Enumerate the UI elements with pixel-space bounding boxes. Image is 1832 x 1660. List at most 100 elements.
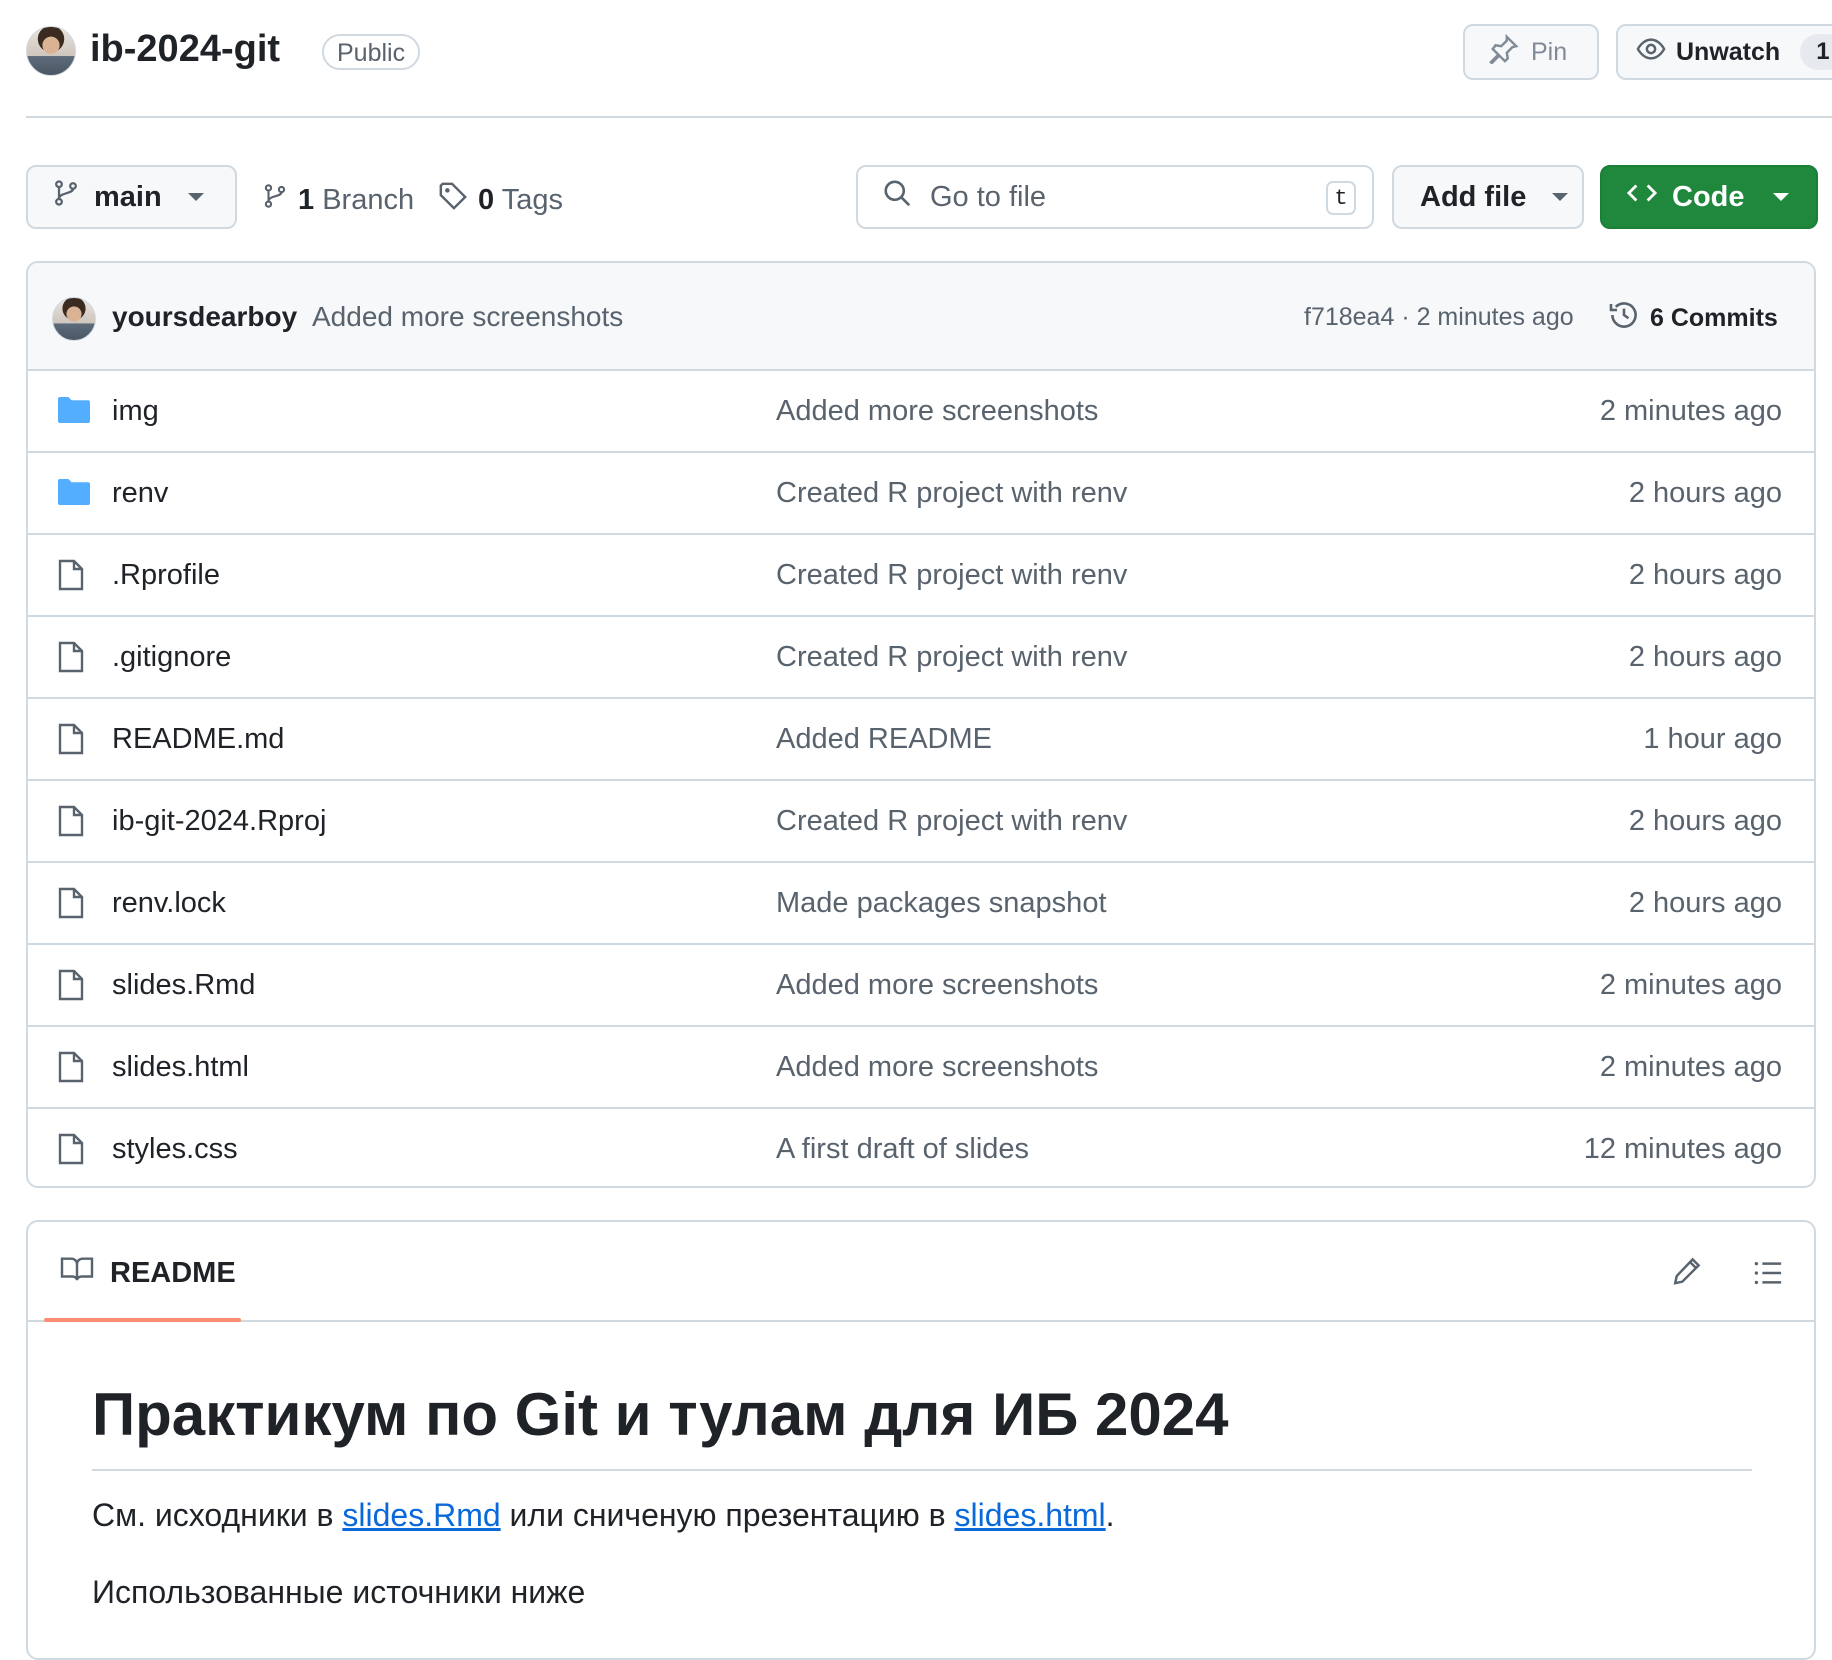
code-icon — [1626, 178, 1658, 216]
file-row[interactable]: ib-git-2024.Rproj Created R project with … — [28, 781, 1814, 863]
file-name[interactable]: README.md — [112, 723, 284, 756]
git-branch-icon — [262, 181, 288, 219]
readme-panel: README Практикум по Git и тулам для ИБ 2… — [26, 1220, 1816, 1660]
add-file-button[interactable]: Add file — [1392, 165, 1584, 229]
readme-text: или сниченую презентацию в — [500, 1497, 955, 1533]
repo-toolbar: main 1 Branch 0 Tags Go to file t Add fi… — [26, 165, 1818, 229]
add-file-label: Add file — [1420, 180, 1527, 213]
file-name[interactable]: slides.Rmd — [112, 969, 255, 1002]
file-name[interactable]: slides.html — [112, 1051, 249, 1084]
file-row[interactable]: img Added more screenshots 2 minutes ago — [28, 371, 1814, 453]
search-placeholder: Go to file — [930, 180, 1047, 213]
chevron-down-icon — [1552, 193, 1569, 201]
owner-avatar[interactable] — [26, 26, 76, 76]
readme-text: . — [1105, 1497, 1115, 1533]
visibility-badge: Public — [322, 34, 421, 70]
commit-author[interactable]: yoursdearboy — [112, 301, 297, 333]
readme-tab-underline — [44, 1318, 241, 1322]
file-list: img Added more screenshots 2 minutes ago re… — [28, 371, 1814, 1186]
code-label: Code — [1672, 180, 1745, 213]
go-to-file-input[interactable]: Go to file t — [856, 165, 1374, 229]
readme-title: Практикум по Git и тулам для ИБ 2024 — [92, 1380, 1752, 1471]
file-commit-time: 2 minutes ago — [1599, 969, 1782, 1001]
pin-button[interactable]: Pin — [1463, 24, 1599, 80]
readme-text: См. исходники в — [92, 1497, 343, 1533]
folder-icon — [58, 395, 90, 428]
file-name[interactable]: .Rprofile — [112, 559, 220, 592]
file-icon — [58, 641, 84, 678]
file-commit-time: 2 minutes ago — [1599, 1051, 1782, 1083]
file-row[interactable]: slides.html Added more screenshots 2 minut… — [28, 1027, 1814, 1109]
unwatch-button[interactable]: Unwatch 1 — [1616, 24, 1832, 80]
file-commit-time: 2 hours ago — [1628, 887, 1782, 919]
pin-label: Pin — [1531, 37, 1568, 66]
file-icon — [58, 969, 84, 1006]
file-commit-time: 1 hour ago — [1643, 723, 1782, 755]
readme-paragraph-2: Использованные источники ниже — [92, 1574, 586, 1610]
latest-commit-bar: yoursdearboy Added more screenshots f718… — [28, 263, 1814, 371]
watch-count: 1 — [1800, 34, 1832, 70]
file-row[interactable]: renv Created R project with renv 2 hours a… — [28, 453, 1814, 535]
readme-tab[interactable]: README — [60, 1254, 236, 1292]
readme-tab-label: README — [110, 1256, 236, 1289]
file-commit-time: 2 hours ago — [1628, 641, 1782, 673]
file-name[interactable]: img — [112, 395, 159, 428]
readme-content: Практикум по Git и тулам для ИБ 2024 См.… — [28, 1380, 1814, 1611]
commit-meta[interactable]: f718ea4 · 2 minutes ago — [1304, 303, 1574, 332]
file-icon — [58, 887, 84, 924]
file-commit-message[interactable]: Created R project with renv — [776, 477, 1127, 510]
file-name[interactable]: .gitignore — [112, 641, 231, 674]
file-commit-time: 2 hours ago — [1628, 805, 1782, 837]
file-commit-time: 2 minutes ago — [1599, 395, 1782, 427]
file-name[interactable]: renv — [112, 477, 168, 510]
file-row[interactable]: .Rprofile Created R project with renv 2 ho… — [28, 535, 1814, 617]
tag-icon — [438, 181, 468, 219]
file-commit-message[interactable]: Created R project with renv — [776, 641, 1127, 674]
tag-label: Tags — [501, 183, 563, 216]
file-name[interactable]: styles.css — [112, 1133, 238, 1166]
slides-rmd-link[interactable]: slides.Rmd — [342, 1497, 500, 1533]
file-name[interactable]: ib-git-2024.Rproj — [112, 805, 326, 838]
repo-name[interactable]: ib-2024-git — [90, 28, 280, 71]
file-table: yoursdearboy Added more screenshots f718… — [26, 261, 1816, 1188]
file-name[interactable]: renv.lock — [112, 887, 226, 920]
file-icon — [58, 559, 84, 596]
commits-link[interactable]: 6 Commits — [1608, 299, 1778, 338]
book-icon — [60, 1254, 94, 1292]
slides-html-link[interactable]: slides.html — [955, 1497, 1106, 1533]
folder-icon — [58, 477, 90, 510]
file-commit-message[interactable]: Made packages snapshot — [776, 887, 1107, 920]
file-commit-message[interactable]: Created R project with renv — [776, 559, 1127, 592]
file-row[interactable]: styles.css A first draft of slides 12 minu… — [28, 1109, 1814, 1186]
repo-header: ib-2024-git Public Pin Unwatch 1 — [26, 0, 1832, 118]
commit-message[interactable]: Added more screenshots — [312, 301, 623, 333]
history-icon — [1608, 299, 1640, 338]
repository-page: ib-2024-git Public Pin Unwatch 1 main 1 … — [0, 0, 1832, 1660]
tags-link[interactable]: 0 Tags — [438, 181, 563, 219]
git-branch-icon — [52, 178, 80, 216]
file-commit-message[interactable]: Added README — [776, 723, 992, 756]
file-commit-message[interactable]: Added more screenshots — [776, 1051, 1098, 1084]
branches-link[interactable]: 1 Branch — [262, 181, 414, 219]
search-icon — [882, 178, 912, 216]
pin-icon — [1489, 33, 1519, 71]
branch-selector[interactable]: main — [26, 165, 237, 229]
commit-author-avatar[interactable] — [52, 297, 96, 341]
file-row[interactable]: README.md Added README 1 hour ago — [28, 699, 1814, 781]
file-commit-message[interactable]: Added more screenshots — [776, 395, 1098, 428]
file-row[interactable]: renv.lock Made packages snapshot 2 hours a… — [28, 863, 1814, 945]
chevron-down-icon — [1772, 193, 1789, 201]
file-commit-message[interactable]: Added more screenshots — [776, 969, 1098, 1002]
chevron-down-icon — [187, 193, 204, 201]
pencil-icon[interactable] — [1672, 1256, 1702, 1291]
file-commit-message[interactable]: A first draft of slides — [776, 1133, 1029, 1166]
list-icon[interactable] — [1752, 1258, 1784, 1293]
file-commit-message[interactable]: Created R project with renv — [776, 805, 1127, 838]
file-row[interactable]: slides.Rmd Added more screenshots 2 minute… — [28, 945, 1814, 1027]
eye-icon — [1636, 34, 1666, 71]
code-button[interactable]: Code — [1600, 165, 1818, 229]
branch-name: main — [94, 180, 162, 213]
file-icon — [58, 723, 84, 760]
file-row[interactable]: .gitignore Created R project with renv 2 h… — [28, 617, 1814, 699]
unwatch-label: Unwatch — [1676, 37, 1781, 66]
